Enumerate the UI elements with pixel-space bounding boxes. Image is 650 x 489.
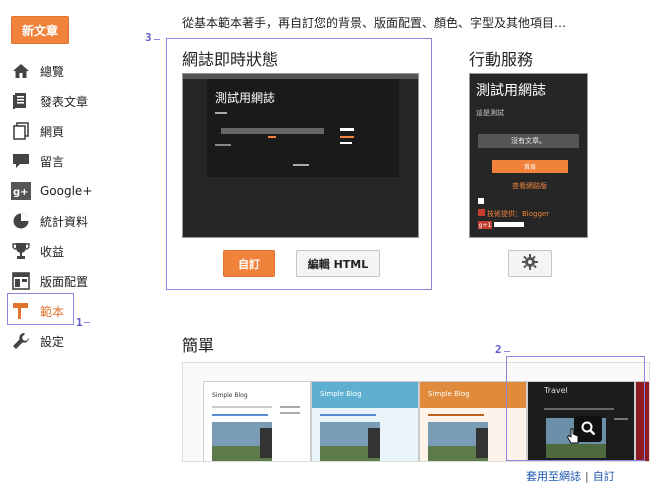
annotation-dash bbox=[504, 351, 510, 352]
simple-section-title: 簡單 bbox=[182, 336, 215, 355]
blogger-icon bbox=[478, 209, 485, 216]
template-actions: 套用至網誌 | 自訂 bbox=[526, 468, 615, 484]
mobile-blog-subtitle: 這是測試 bbox=[476, 109, 504, 117]
thumb-text-line bbox=[215, 144, 231, 146]
annotation-dash bbox=[154, 39, 160, 40]
template-photo bbox=[260, 428, 272, 458]
thumb-widget bbox=[340, 142, 352, 144]
annotation-box-2 bbox=[506, 356, 645, 461]
sidebar-item-label: 留言 bbox=[40, 154, 65, 169]
template-thumbnail[interactable]: Simple Blog bbox=[311, 381, 419, 461]
template-text-line bbox=[280, 412, 300, 414]
sidebar-item-label: 統計資料 bbox=[40, 214, 89, 229]
mobile-home-button: 首頁 bbox=[492, 160, 568, 173]
sidebar-item-stats[interactable]: 統計資料 bbox=[10, 208, 110, 234]
sidebar-item-overview[interactable]: 總覽 bbox=[10, 58, 110, 84]
layout-icon bbox=[10, 270, 32, 292]
template-name: Simple Blog bbox=[320, 390, 362, 398]
sidebar-item-label: 版面配置 bbox=[40, 274, 89, 289]
template-link-line bbox=[320, 414, 376, 416]
template-thumbnail[interactable]: Simple Blog bbox=[203, 381, 311, 461]
mobile-title: 行動服務 bbox=[469, 50, 534, 69]
sidebar-item-label: 收益 bbox=[40, 244, 65, 259]
sidebar-item-comments[interactable]: 留言 bbox=[10, 148, 110, 174]
thumb-bar bbox=[221, 128, 324, 134]
annotation-number-2: 2 bbox=[495, 343, 502, 356]
sidebar-item-posts[interactable]: 發表文章 bbox=[10, 88, 110, 114]
wrench-icon bbox=[10, 330, 32, 352]
sidebar-item-label: Google+ bbox=[40, 184, 93, 198]
mobile-widget bbox=[478, 198, 484, 204]
thumb-link bbox=[268, 136, 276, 138]
mobile-share-button: g+1 bbox=[478, 221, 492, 229]
annotation-box-1 bbox=[7, 293, 74, 325]
mobile-blog-title: 測試用網誌 bbox=[476, 83, 546, 99]
stats-icon bbox=[10, 210, 32, 232]
annotation-number-1: 1 bbox=[76, 316, 83, 329]
new-post-button[interactable]: 新文章 bbox=[11, 16, 69, 44]
sidebar-item-layout[interactable]: 版面配置 bbox=[10, 268, 110, 294]
mobile-widget bbox=[494, 222, 524, 227]
template-text-line bbox=[280, 406, 300, 408]
template-link-line bbox=[212, 414, 268, 416]
annotation-dash bbox=[84, 322, 90, 323]
template-text-line bbox=[212, 406, 272, 408]
trophy-icon bbox=[10, 240, 32, 262]
svg-text:g+: g+ bbox=[13, 187, 29, 198]
google-plus-icon: g+ bbox=[10, 180, 32, 202]
mobile-no-posts: 沒有文章。 bbox=[478, 134, 579, 148]
thumb-blog-title: 測試用網誌 bbox=[215, 91, 276, 105]
page-tagline: 從基本範本著手，再自訂您的背景、版面配置、顏色、字型及其他項目… bbox=[182, 16, 567, 30]
sidebar-item-settings[interactable]: 設定 bbox=[10, 328, 110, 354]
pages-icon bbox=[10, 120, 32, 142]
live-blog-title: 網誌即時狀態 bbox=[182, 50, 279, 69]
annotation-number-3: 3 bbox=[145, 31, 152, 44]
template-name: Simple Blog bbox=[428, 390, 470, 398]
sidebar-item-label: 總覽 bbox=[40, 64, 65, 79]
link-separator: | bbox=[585, 470, 589, 483]
template-photo bbox=[476, 428, 488, 458]
home-icon bbox=[10, 60, 32, 82]
template-photo bbox=[368, 428, 380, 458]
customize-button[interactable]: 自訂 bbox=[223, 250, 275, 277]
mobile-web-link: 查看網路版 bbox=[512, 182, 547, 190]
thumb-footer bbox=[293, 164, 309, 166]
sidebar-item-label: 設定 bbox=[40, 334, 65, 349]
template-link-line bbox=[428, 414, 484, 416]
thumb-widget bbox=[340, 136, 354, 138]
sidebar-item-pages[interactable]: 網頁 bbox=[10, 118, 110, 144]
customize-template-link[interactable]: 自訂 bbox=[593, 470, 615, 483]
template-name: Simple Blog bbox=[212, 392, 248, 399]
apply-to-blog-link[interactable]: 套用至網誌 bbox=[526, 470, 581, 483]
live-blog-thumbnail[interactable]: 測試用網誌 bbox=[182, 73, 419, 238]
gear-icon bbox=[522, 254, 538, 273]
mobile-settings-button[interactable] bbox=[508, 250, 552, 277]
edit-html-button[interactable]: 編輯 HTML bbox=[296, 250, 380, 277]
mobile-thumbnail[interactable]: 測試用網誌 這是測試 沒有文章。 首頁 查看網路版 技術提供：Blogger g… bbox=[469, 73, 588, 238]
mobile-powered-by: 技術提供：Blogger bbox=[487, 210, 550, 218]
sidebar-item-google-plus[interactable]: g+ Google+ bbox=[10, 178, 110, 204]
thumb-text-line bbox=[215, 112, 227, 114]
comments-icon bbox=[10, 150, 32, 172]
sidebar-item-earnings[interactable]: 收益 bbox=[10, 238, 110, 264]
posts-icon bbox=[10, 90, 32, 112]
sidebar-item-label: 發表文章 bbox=[40, 94, 89, 109]
thumb-widget bbox=[340, 128, 354, 131]
sidebar-item-label: 網頁 bbox=[40, 124, 65, 139]
